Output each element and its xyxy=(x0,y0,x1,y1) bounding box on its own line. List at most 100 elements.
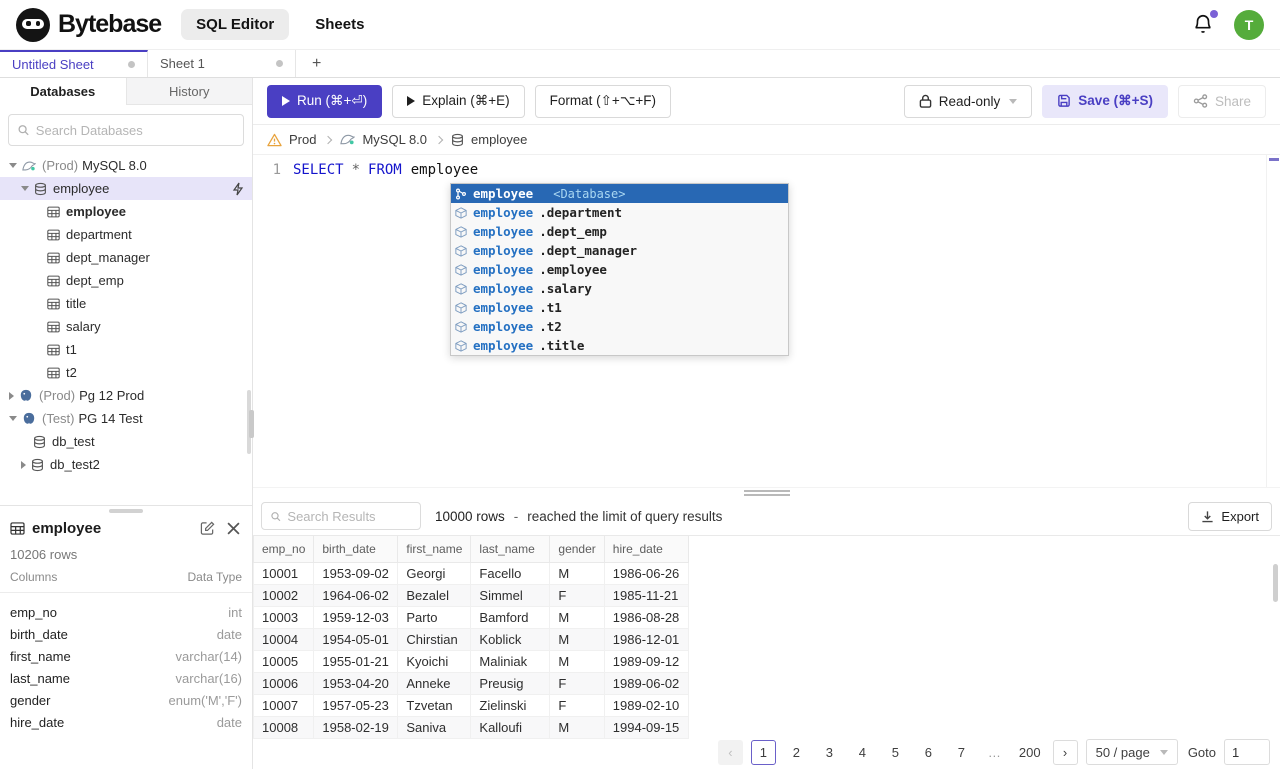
tree-database-db-test[interactable]: db_test xyxy=(0,430,252,453)
tree-table-t2[interactable]: t2 xyxy=(0,361,252,384)
page-button-5[interactable]: 5 xyxy=(883,740,908,765)
edit-schema-icon[interactable] xyxy=(200,521,215,536)
page-size-select[interactable]: 50 / page xyxy=(1085,739,1178,765)
breadcrumb-instance[interactable]: MySQL 8.0 xyxy=(362,132,427,147)
column-header[interactable]: emp_no xyxy=(253,536,315,563)
column-header[interactable]: gender xyxy=(549,536,605,563)
cell: Simmel xyxy=(470,583,551,607)
column-header[interactable]: last_name xyxy=(470,536,551,563)
suggestion-table[interactable]: employee .salary xyxy=(451,279,788,298)
tree-table-salary[interactable]: salary xyxy=(0,315,252,338)
tree-database-db-test2[interactable]: db_test2 xyxy=(0,453,252,476)
sidebar-resize-handle[interactable] xyxy=(249,410,254,438)
column-header[interactable]: birth_date xyxy=(313,536,399,563)
suggestion-table[interactable]: employee .dept_emp xyxy=(451,222,788,241)
database-search-box[interactable] xyxy=(8,114,244,146)
cell: 1955-01-21 xyxy=(313,649,399,673)
tree-instance-pg12[interactable]: (Prod) Pg 12 Prod xyxy=(0,384,252,407)
nav-sql-editor[interactable]: SQL Editor xyxy=(181,9,290,40)
suggestion-table[interactable]: employee .department xyxy=(451,203,788,222)
tree-table-dept-emp[interactable]: dept_emp xyxy=(0,269,252,292)
breadcrumb-env[interactable]: Prod xyxy=(289,132,316,147)
tree-database-employee[interactable]: employee xyxy=(0,177,252,200)
readonly-mode-select[interactable]: Read-only xyxy=(903,84,1033,118)
tab-databases[interactable]: Databases xyxy=(0,78,126,105)
format-button[interactable]: Format (⇧+⌥+F) xyxy=(534,84,672,118)
tree-table-t1[interactable]: t1 xyxy=(0,338,252,361)
page-button-2[interactable]: 2 xyxy=(784,740,809,765)
caret-right-icon[interactable] xyxy=(21,460,26,469)
add-sheet-button[interactable]: + xyxy=(296,50,337,77)
page-button-6[interactable]: 6 xyxy=(916,740,941,765)
explain-button[interactable]: Explain (⌘+E) xyxy=(392,84,525,118)
sheet-dirty-dot[interactable] xyxy=(276,60,283,67)
results-search-box[interactable] xyxy=(261,502,421,530)
table-row[interactable]: 10006 1953-04-20 Anneke Preusig F 1989-06-02 xyxy=(253,671,689,695)
table-row[interactable]: 10003 1959-12-03 Parto Bamford M 1986-08-28 xyxy=(253,605,689,629)
page-button-1[interactable]: 1 xyxy=(750,739,776,765)
goto-page-input[interactable] xyxy=(1224,739,1270,765)
breadcrumb-database[interactable]: employee xyxy=(471,132,527,147)
schema-column-row: gender enum('M','F') xyxy=(10,689,242,711)
caret-right-icon[interactable] xyxy=(9,391,14,400)
table-row[interactable]: 10004 1954-05-01 Chirstian Koblick M 1986-12-… xyxy=(253,627,689,651)
tree-table-department[interactable]: department xyxy=(0,223,252,246)
results-resize-splitter[interactable] xyxy=(253,487,1280,497)
tree-table-employee[interactable]: employee xyxy=(0,200,252,223)
database-icon xyxy=(31,458,44,472)
tab-history[interactable]: History xyxy=(125,78,252,105)
save-button[interactable]: Save (⌘+S) xyxy=(1042,84,1168,118)
page-button-3[interactable]: 3 xyxy=(817,740,842,765)
sheet-tab-1[interactable]: Sheet 1 xyxy=(148,50,296,77)
caret-down-icon[interactable] xyxy=(9,163,17,168)
user-avatar[interactable]: T xyxy=(1234,9,1264,40)
editor-overview-ruler[interactable] xyxy=(1266,155,1280,487)
run-button[interactable]: Run (⌘+⏎) xyxy=(267,84,383,118)
caret-down-icon[interactable] xyxy=(21,186,29,191)
export-button[interactable]: Export xyxy=(1188,501,1272,531)
table-row[interactable]: 10005 1955-01-21 Kyoichi Maliniak M 1989-09-1… xyxy=(253,649,689,673)
notifications-button[interactable] xyxy=(1192,9,1218,37)
suggestion-table[interactable]: employee .dept_manager xyxy=(451,241,788,260)
page-button-4[interactable]: 4 xyxy=(850,740,875,765)
cell: Preusig xyxy=(470,671,551,695)
table-row[interactable]: 10008 1958-02-19 Saniva Kalloufi M 1994-09-15 xyxy=(253,715,689,739)
table-scrollbar[interactable] xyxy=(1273,564,1278,602)
prev-page-button[interactable]: ‹ xyxy=(717,739,743,765)
tree-table-title[interactable]: title xyxy=(0,292,252,315)
search-results-input[interactable] xyxy=(287,508,412,524)
connected-lightning-icon[interactable] xyxy=(232,182,244,196)
save-button-label: Save (⌘+S) xyxy=(1078,93,1153,108)
suggestion-database-employee[interactable]: employee <Database> xyxy=(451,184,788,203)
suggestion-table[interactable]: employee .t1 xyxy=(451,298,788,317)
share-button[interactable]: Share xyxy=(1177,84,1266,118)
tree-table-dept-manager[interactable]: dept_manager xyxy=(0,246,252,269)
tree-instance-pg14[interactable]: (Test) PG 14 Test xyxy=(0,407,252,430)
schema-panel-drag-handle[interactable] xyxy=(109,509,143,513)
close-icon[interactable] xyxy=(227,522,240,535)
cell: Bezalel xyxy=(397,583,472,607)
suggestion-table[interactable]: employee .title xyxy=(451,336,788,355)
suggestion-table[interactable]: employee .employee xyxy=(451,260,788,279)
caret-down-icon[interactable] xyxy=(9,416,17,421)
sheet-tab-untitled[interactable]: Untitled Sheet xyxy=(0,50,148,77)
tree-table-label: title xyxy=(66,296,87,311)
nav-sheets[interactable]: Sheets xyxy=(315,16,364,33)
page-button-7[interactable]: 7 xyxy=(949,740,974,765)
suggestion-table[interactable]: employee .t2 xyxy=(451,317,788,336)
bytebase-logo[interactable]: Bytebase xyxy=(16,7,162,42)
table-row[interactable]: 10002 1964-06-02 Bezalel Simmel F 1985-11-21 xyxy=(253,583,689,607)
next-page-button[interactable]: › xyxy=(1052,739,1078,765)
tree-instance-mysql[interactable]: (Prod) MySQL 8.0 xyxy=(0,154,252,177)
page-button-200[interactable]: 200 xyxy=(1015,740,1045,765)
table-row[interactable]: 10001 1953-09-02 Georgi Facello M 1986-06-26 xyxy=(253,561,689,585)
sheet-dirty-dot[interactable] xyxy=(128,61,135,68)
splitter-drag-handle[interactable] xyxy=(743,490,790,496)
cell: M xyxy=(549,561,605,585)
column-header[interactable]: first_name xyxy=(397,536,472,563)
sql-editor[interactable]: 1 SELECT * FROM employee employee <Datab… xyxy=(253,155,1280,487)
sql-keyword: FROM xyxy=(368,162,402,178)
column-header[interactable]: hire_date xyxy=(603,536,689,563)
table-row[interactable]: 10007 1957-05-23 Tzvetan Zielinski F 1989-02-… xyxy=(253,693,689,717)
search-databases-input[interactable] xyxy=(35,122,235,138)
